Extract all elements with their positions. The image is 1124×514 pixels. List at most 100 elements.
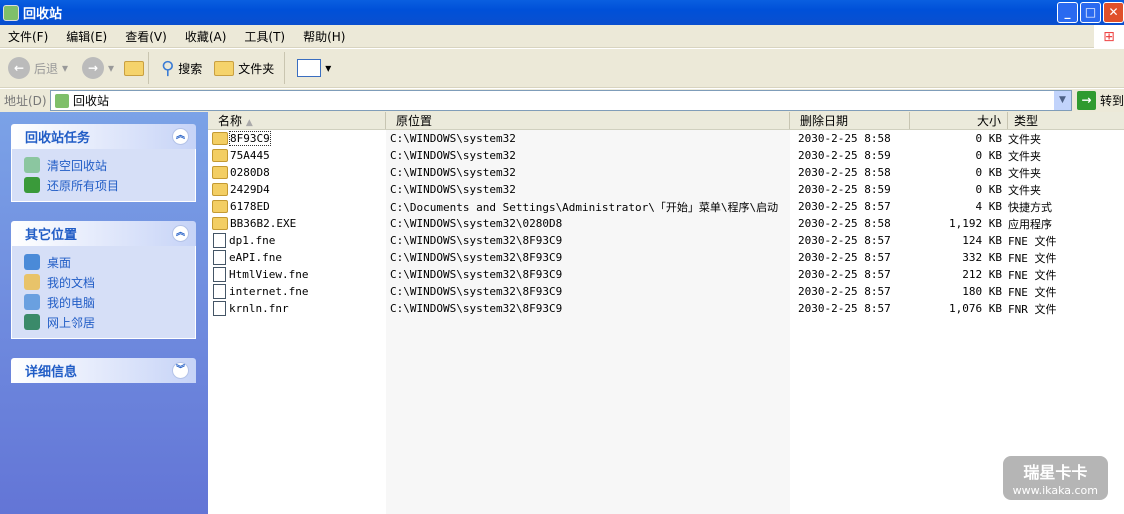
table-row[interactable]: BB36B2.EXE C:\WINDOWS\system32\0280D8 20… (208, 215, 1124, 232)
toolbar: ← 后退 ▾ → ▾ ⚲ 搜索 文件夹 ▾ (0, 49, 1124, 88)
column-label: 名称 (218, 114, 243, 128)
column-size[interactable]: 大小 (910, 112, 1008, 129)
deleted-date: 2030-2-25 8:57 (798, 234, 891, 247)
file-size: 4 KB (975, 200, 1003, 213)
back-button[interactable]: ← 后退 ▾ (8, 57, 68, 79)
go-arrow-icon: → (1077, 91, 1096, 110)
menu-bar: 文件(F) 编辑(E) 查看(V) 收藏(A) 工具(T) 帮助(H) (0, 25, 1124, 48)
menu-edit[interactable]: 编辑(E) (66, 28, 107, 45)
file-size: 1,192 KB (949, 217, 1002, 230)
table-row[interactable]: krnln.fnr C:\WINDOWS\system32\8F93C9 203… (208, 300, 1124, 317)
empty-recycle-bin-link[interactable]: 清空回收站 (24, 155, 195, 175)
deleted-date: 2030-2-25 8:57 (798, 285, 891, 298)
deleted-date: 2030-2-25 8:58 (798, 166, 891, 179)
address-input[interactable]: 回收站 ▼ (50, 90, 1072, 111)
table-row[interactable]: 8F93C9 C:\WINDOWS\system32 2030-2-25 8:5… (208, 130, 1124, 147)
divider (148, 52, 150, 84)
minimize-button[interactable]: _ (1057, 2, 1078, 23)
table-row[interactable]: 2429D4 C:\WINDOWS\system32 2030-2-25 8:5… (208, 181, 1124, 198)
desktop-icon (24, 254, 40, 270)
table-row[interactable]: internet.fne C:\WINDOWS\system32\8F93C9 … (208, 283, 1124, 300)
details-panel: 详细信息 ︾ (11, 358, 196, 383)
file-icon (213, 250, 226, 265)
menu-tools[interactable]: 工具(T) (244, 28, 285, 45)
panel-header[interactable]: 回收站任务 ︽ (11, 124, 196, 149)
panel-title: 回收站任务 (25, 131, 91, 146)
original-location: C:\WINDOWS\system32\8F93C9 (390, 285, 563, 298)
my-computer-link[interactable]: 我的电脑 (24, 292, 195, 312)
search-button[interactable]: ⚲ 搜索 (161, 58, 202, 79)
file-size: 0 KB (975, 132, 1003, 145)
address-label: 地址(D) (4, 94, 47, 108)
file-name: eAPI.fne (229, 251, 282, 264)
file-icon (213, 267, 226, 282)
file-name: HtmlView.fne (229, 268, 309, 281)
desktop-link[interactable]: 桌面 (24, 252, 195, 272)
menu-favorites[interactable]: 收藏(A) (185, 28, 227, 45)
column-type[interactable]: 类型 (1008, 112, 1038, 129)
table-row[interactable]: HtmlView.fne C:\WINDOWS\system32\8F93C9 … (208, 266, 1124, 283)
file-type: FNE 文件 (1008, 285, 1057, 299)
column-date[interactable]: 删除日期 (790, 112, 910, 129)
original-location: C:\WINDOWS\system32 (390, 149, 516, 162)
forward-button[interactable]: → ▾ (82, 57, 114, 79)
collapse-icon[interactable]: ︽ (172, 225, 189, 242)
table-row[interactable]: 0280D8 C:\WINDOWS\system32 2030-2-25 8:5… (208, 164, 1124, 181)
file-type: FNE 文件 (1008, 268, 1057, 282)
forward-arrow-icon: → (82, 57, 105, 79)
go-button[interactable]: → 转到 (1077, 91, 1124, 110)
recycle-tasks-panel: 回收站任务 ︽ 清空回收站 还原所有项目 (11, 124, 196, 202)
menu-view[interactable]: 查看(V) (125, 28, 167, 45)
divider (284, 52, 286, 84)
collapse-icon[interactable]: ︽ (172, 128, 189, 145)
deleted-date: 2030-2-25 8:57 (798, 200, 891, 213)
maximize-button[interactable]: □ (1080, 2, 1101, 23)
file-name: 6178ED (230, 200, 270, 213)
table-row[interactable]: 75A445 C:\WINDOWS\system32 2030-2-25 8:5… (208, 147, 1124, 164)
folders-button[interactable]: 文件夹 (214, 60, 274, 77)
link-label: 我的文档 (47, 275, 96, 290)
dropdown-icon[interactable]: ▾ (108, 61, 114, 75)
chevron-down-icon[interactable]: ▼ (1054, 91, 1071, 110)
file-size: 212 KB (962, 268, 1002, 281)
column-name[interactable]: 名称 ▲ (208, 112, 386, 129)
table-row[interactable]: 6178ED C:\Documents and Settings\Adminis… (208, 198, 1124, 215)
address-bar: 地址(D) 回收站 ▼ → 转到 (0, 89, 1124, 112)
close-button[interactable]: ✕ (1103, 2, 1124, 23)
expand-icon[interactable]: ︾ (172, 362, 189, 379)
file-size: 1,076 KB (949, 302, 1002, 315)
file-name: 0280D8 (230, 166, 270, 179)
file-name: internet.fne (229, 285, 309, 298)
back-arrow-icon: ← (8, 57, 30, 79)
deleted-date: 2030-2-25 8:58 (798, 132, 891, 145)
file-size: 0 KB (975, 183, 1003, 196)
network-icon (24, 314, 40, 330)
table-row[interactable]: eAPI.fne C:\WINDOWS\system32\8F93C9 2030… (208, 249, 1124, 266)
menu-file[interactable]: 文件(F) (8, 28, 48, 45)
up-folder-button[interactable] (124, 60, 145, 76)
address-value: 回收站 (73, 94, 110, 108)
watermark-logo: 瑞星卡卡 www.ikaka.com (1002, 456, 1108, 500)
network-places-link[interactable]: 网上邻居 (24, 312, 195, 332)
file-size: 0 KB (975, 149, 1003, 162)
menu-help[interactable]: 帮助(H) (303, 28, 345, 45)
original-location: C:\WINDOWS\system32\8F93C9 (390, 251, 563, 264)
restore-all-link[interactable]: 还原所有项目 (24, 175, 195, 195)
file-list: 名称 ▲ 原位置 删除日期 大小 类型 8F93C9 C:\WINDOWS\sy… (208, 112, 1124, 514)
folder-icon (212, 132, 228, 145)
go-label: 转到 (1100, 94, 1124, 108)
deleted-date: 2030-2-25 8:57 (798, 268, 891, 281)
file-type: 快捷方式 (1008, 200, 1052, 214)
views-button[interactable]: ▾ (297, 59, 331, 77)
panel-header[interactable]: 其它位置 ︽ (11, 221, 196, 246)
file-icon (213, 284, 226, 299)
original-location: C:\WINDOWS\system32\8F93C9 (390, 268, 563, 281)
my-documents-link[interactable]: 我的文档 (24, 272, 195, 292)
sort-ascending-icon: ▲ (245, 118, 253, 128)
table-row[interactable]: dp1.fne C:\WINDOWS\system32\8F93C9 2030-… (208, 232, 1124, 249)
original-location: C:\WINDOWS\system32\8F93C9 (390, 234, 563, 247)
panel-header[interactable]: 详细信息 ︾ (11, 358, 196, 383)
file-icon (213, 233, 226, 248)
dropdown-icon[interactable]: ▾ (62, 61, 68, 75)
column-location[interactable]: 原位置 (386, 112, 790, 129)
